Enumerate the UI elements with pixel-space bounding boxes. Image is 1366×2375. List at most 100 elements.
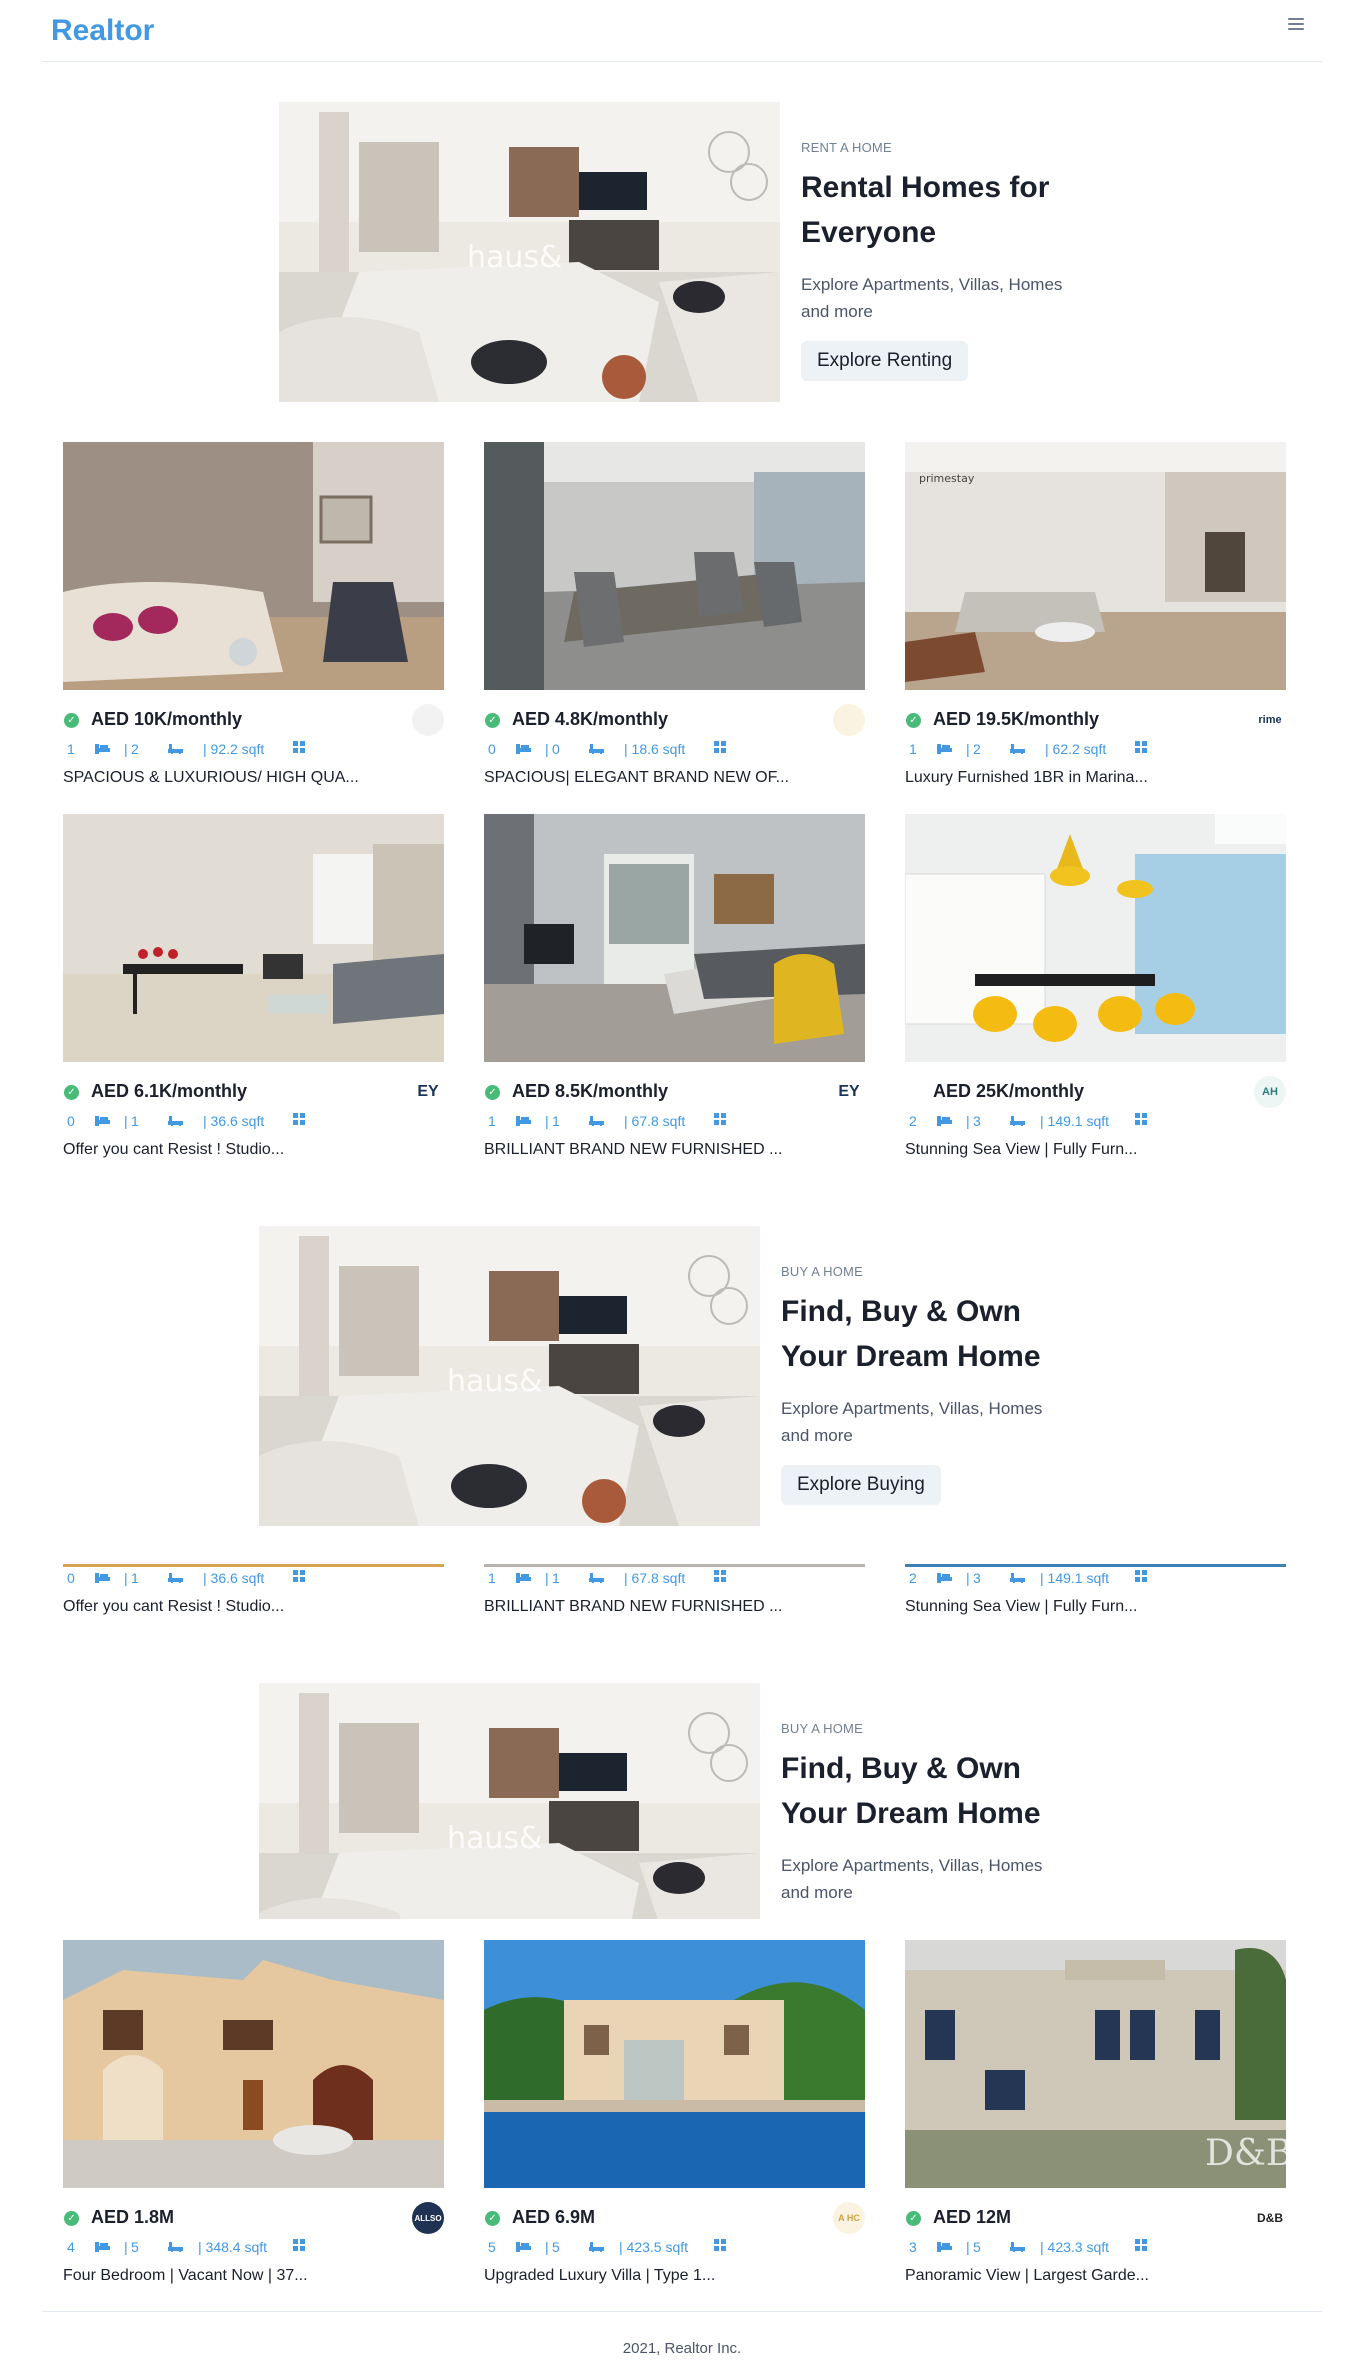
property-image[interactable]: primestay <box>905 442 1286 690</box>
banner-title: Find, Buy & Own Your Dream Home <box>781 1752 1041 1830</box>
banner-title: Find, Buy & Own Your Dream Home <box>781 1295 1041 1373</box>
meta-row: 2 | 3 | 149.1 sqft <box>905 1113 1286 1133</box>
price-row: ✓ AED 6.1K/monthly EY <box>63 1081 444 1103</box>
property-title[interactable]: BRILLIANT BRAND NEW FURNISHED ... <box>484 1598 782 1616</box>
bath-icon <box>1010 1113 1025 1129</box>
property-image[interactable]: D&B <box>905 1940 1286 2188</box>
area: | 423.3 sqft <box>1040 2239 1110 2255</box>
rooms-count: 2 <box>909 1570 917 1586</box>
baths-count: 5 <box>973 2239 981 2255</box>
meta-row: 0 | 1 | 36.6 sqft <box>63 1113 444 1133</box>
image-edge <box>63 1564 444 1567</box>
property-image[interactable] <box>484 442 865 690</box>
price: AED 10K/monthly <box>91 709 243 729</box>
rooms-count: 1 <box>488 1570 496 1586</box>
property-card-partial[interactable]: 0 | 1 | 36.6 sqft Offer you cant Resist … <box>63 1564 444 1624</box>
rooms-count: 4 <box>67 2239 75 2255</box>
meta-row: 2 | 3 | 149.1 sqft <box>905 1570 1286 1590</box>
area: | 149.1 sqft <box>1040 1570 1110 1586</box>
agency-logo: EY <box>417 1083 439 1100</box>
watermark: D&B <box>1205 2133 1286 2174</box>
banner-eyebrow: RENT A HOME <box>801 140 892 155</box>
property-title[interactable]: Offer you cant Resist ! Studio... <box>63 1141 284 1159</box>
explore-buying-button[interactable]: Explore Buying <box>781 1465 941 1505</box>
verified-icon: ✓ <box>64 2211 79 2226</box>
baths-count: 3 <box>973 1113 981 1129</box>
property-title[interactable]: Upgraded Luxury Villa | Type 1... <box>484 2267 715 2285</box>
property-title[interactable]: Stunning Sea View | Fully Furn... <box>905 1141 1137 1159</box>
hamburger-icon[interactable] <box>1288 18 1304 32</box>
explore-renting-button[interactable]: Explore Renting <box>801 341 969 381</box>
property-title[interactable]: SPACIOUS & LUXURIOUS/ HIGH QUA... <box>63 769 359 787</box>
bed-icon <box>95 741 110 757</box>
area: | 36.6 sqft <box>203 1113 265 1129</box>
price: AED 19.5K/monthly <box>933 709 1100 729</box>
area: | 423.5 sqft <box>619 2239 689 2255</box>
grid-icon <box>714 1113 727 1126</box>
area: | 92.2 sqft <box>203 741 265 757</box>
verified-icon: ✓ <box>485 2211 500 2226</box>
banner-title: Rental Homes for Everyone <box>801 171 1050 249</box>
rooms-count: 5 <box>488 2239 496 2255</box>
property-title[interactable]: SPACIOUS| ELEGANT BRAND NEW OF... <box>484 769 789 787</box>
agency-logo <box>412 704 444 736</box>
meta-row: 1 | 1 | 67.8 sqft <box>484 1113 865 1133</box>
bed-icon <box>95 1570 110 1586</box>
bed-icon <box>516 1570 531 1586</box>
banner-eyebrow: BUY A HOME <box>781 1721 863 1736</box>
property-title[interactable]: Panoramic View | Largest Garde... <box>905 2267 1149 2285</box>
grid-icon <box>1135 741 1148 754</box>
verified-icon: ✓ <box>906 2211 921 2226</box>
property-title[interactable]: Offer you cant Resist ! Studio... <box>63 1598 284 1616</box>
property-image[interactable] <box>63 1940 444 2188</box>
rooms-count: 1 <box>67 741 75 757</box>
property-image[interactable] <box>484 1940 865 2188</box>
area: | 36.6 sqft <box>203 1570 265 1586</box>
property-image[interactable] <box>63 814 444 1062</box>
bath-icon <box>168 741 183 757</box>
property-card-partial[interactable]: 1 | 1 | 67.8 sqft BRILLIANT BRAND NEW FU… <box>484 1564 865 1624</box>
banner-eyebrow: BUY A HOME <box>781 1264 863 1279</box>
meta-row: 3 | 5 | 423.3 sqft <box>905 2239 1286 2259</box>
baths-count: 1 <box>131 1570 139 1586</box>
grid-icon <box>714 1570 727 1583</box>
area: | 348.4 sqft <box>198 2239 268 2255</box>
bath-icon <box>168 2239 183 2255</box>
buy-banner-repeat: haus& BUY A HOME Find, Buy & Own Your Dr… <box>259 1683 1109 1919</box>
grid-icon <box>293 741 306 754</box>
baths-count: 0 <box>552 741 560 757</box>
property-title[interactable]: Stunning Sea View | Fully Furn... <box>905 1598 1137 1616</box>
agency-logo: rime <box>1258 714 1282 726</box>
agency-logo <box>833 704 865 736</box>
bath-icon <box>589 2239 604 2255</box>
property-image[interactable] <box>905 814 1286 1062</box>
property-image[interactable] <box>63 442 444 690</box>
property-card-partial[interactable]: 2 | 3 | 149.1 sqft Stunning Sea View | F… <box>905 1564 1286 1624</box>
price-row: ✓ AED 10K/monthly <box>63 704 444 736</box>
area: | 67.8 sqft <box>624 1570 686 1586</box>
baths-count: 2 <box>131 741 139 757</box>
grid-icon <box>714 2239 727 2252</box>
verified-icon: ✓ <box>64 713 79 728</box>
property-image[interactable] <box>484 814 865 1062</box>
bath-icon <box>1010 741 1025 757</box>
baths-count: 1 <box>131 1113 139 1129</box>
property-title[interactable]: Four Bedroom | Vacant Now | 37... <box>63 2267 308 2285</box>
price: AED 1.8M <box>91 2207 175 2227</box>
agency-logo: AH <box>1254 1076 1286 1108</box>
bed-icon <box>516 2239 531 2255</box>
price-row: AED 25K/monthly AH <box>905 1076 1286 1108</box>
bed-icon <box>516 741 531 757</box>
brand-logo[interactable]: Realtor <box>51 14 154 48</box>
banner-watermark: haus& <box>467 240 562 275</box>
bath-icon <box>168 1113 183 1129</box>
banner-text: RENT A HOME Rental Homes for Everyone Ex… <box>801 140 1101 381</box>
rooms-count: 3 <box>909 2239 917 2255</box>
agency-logo: EY <box>838 1083 860 1100</box>
rooms-count: 0 <box>67 1113 75 1129</box>
price: AED 8.5K/monthly <box>512 1081 669 1101</box>
buy-banner: haus& BUY A HOME Find, Buy & Own Your Dr… <box>259 1226 1109 1526</box>
baths-count: 5 <box>552 2239 560 2255</box>
property-title[interactable]: Luxury Furnished 1BR in Marina... <box>905 769 1148 787</box>
property-title[interactable]: BRILLIANT BRAND NEW FURNISHED ... <box>484 1141 782 1159</box>
